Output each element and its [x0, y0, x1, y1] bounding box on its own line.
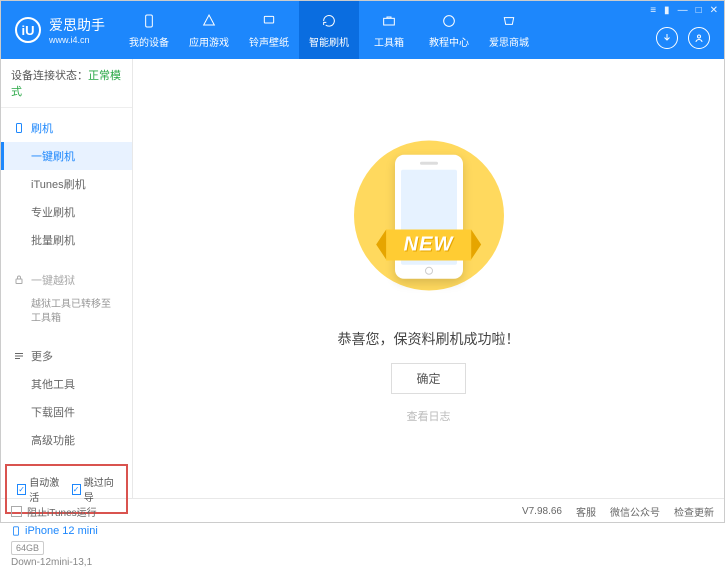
connection-status: 设备连接状态：正常模式	[1, 59, 132, 108]
jailbreak-note: 越狱工具已转移至工具箱	[1, 294, 132, 330]
confirm-button[interactable]: 确定	[391, 363, 465, 394]
minimize-icon[interactable]: —	[678, 5, 688, 16]
sidebar-flash-head[interactable]: 刷机	[1, 114, 132, 142]
nav-toolbox[interactable]: 工具箱	[359, 1, 419, 59]
sidebar-label: 刷机	[31, 120, 53, 136]
list-icon	[13, 350, 25, 362]
sidebar-item-itunes[interactable]: iTunes刷机	[1, 170, 132, 198]
nav-label: 我的设备	[129, 34, 169, 49]
download-button[interactable]	[656, 27, 678, 49]
auto-activate-checkbox[interactable]: ✓自动激活	[17, 474, 62, 504]
nav-apps[interactable]: 应用游戏	[179, 1, 239, 59]
phone-icon	[140, 12, 158, 30]
sidebar-label: 更多	[31, 348, 53, 364]
customer-service-link[interactable]: 客服	[576, 504, 596, 519]
nav-label: 铃声壁纸	[249, 34, 289, 49]
nav-my-device[interactable]: 我的设备	[119, 1, 179, 59]
main-nav: 我的设备 应用游戏 铃声壁纸 智能刷机 工具箱 教程中心 爱思商城	[119, 1, 539, 59]
chk-label: 跳过向导	[84, 474, 116, 504]
skin-icon[interactable]: ▮	[664, 5, 670, 16]
toolbox-icon	[380, 12, 398, 30]
nav-label: 工具箱	[374, 34, 404, 49]
close-icon[interactable]: ✕	[710, 5, 718, 16]
sidebar: 设备连接状态：正常模式 刷机 一键刷机 iTunes刷机 专业刷机 批量刷机 一…	[1, 59, 133, 498]
sidebar-item-oneclick[interactable]: 一键刷机	[1, 142, 132, 170]
menu-icon[interactable]: ≡	[650, 5, 656, 16]
new-ribbon: NEW	[386, 229, 472, 260]
music-icon	[260, 12, 278, 30]
nav-label: 应用游戏	[189, 34, 229, 49]
success-message: 恭喜您，保资料刷机成功啦！	[338, 329, 520, 349]
window-controls: ≡ ▮ — □ ✕	[650, 5, 718, 16]
logo-icon: iU	[15, 17, 41, 43]
nav-tutorials[interactable]: 教程中心	[419, 1, 479, 59]
nav-flash[interactable]: 智能刷机	[299, 1, 359, 59]
nav-label: 爱思商城	[489, 34, 529, 49]
device-name: iPhone 12 mini	[11, 524, 122, 538]
block-itunes-label: 阻止iTunes运行	[27, 504, 97, 519]
nav-label: 教程中心	[429, 34, 469, 49]
block-itunes-checkbox[interactable]	[11, 506, 22, 517]
success-illustration: NEW	[339, 133, 519, 313]
user-button[interactable]	[688, 27, 710, 49]
app-title: 爱思助手	[49, 15, 105, 35]
view-log-link[interactable]: 查看日志	[407, 408, 451, 424]
sidebar-item-othertools[interactable]: 其他工具	[1, 370, 132, 398]
sidebar-jailbreak-head[interactable]: 一键越狱	[1, 266, 132, 294]
app-header: iU 爱思助手 www.i4.cn 我的设备 应用游戏 铃声壁纸 智能刷机 工具…	[1, 1, 724, 59]
cart-icon	[500, 12, 518, 30]
device-icon	[13, 122, 25, 134]
chk-label: 自动激活	[29, 474, 61, 504]
lock-icon	[13, 274, 25, 286]
device-storage: 64GB	[11, 541, 44, 555]
sidebar-item-pro[interactable]: 专业刷机	[1, 198, 132, 226]
sidebar-item-advanced[interactable]: 高级功能	[1, 426, 132, 454]
nav-ringtone[interactable]: 铃声壁纸	[239, 1, 299, 59]
nav-label: 智能刷机	[309, 34, 349, 49]
device-info[interactable]: iPhone 12 mini 64GB Down-12mini-13,1	[1, 518, 132, 574]
status-label: 设备连接状态：	[11, 70, 88, 82]
sidebar-item-batch[interactable]: 批量刷机	[1, 226, 132, 254]
sidebar-label: 一键越狱	[31, 272, 75, 288]
main-content: NEW 恭喜您，保资料刷机成功啦！ 确定 查看日志	[133, 59, 724, 498]
version-label: V7.98.66	[522, 506, 562, 517]
sidebar-item-firmware[interactable]: 下载固件	[1, 398, 132, 426]
nav-store[interactable]: 爱思商城	[479, 1, 539, 59]
apps-icon	[200, 12, 218, 30]
flash-icon	[320, 12, 338, 30]
sidebar-more-head[interactable]: 更多	[1, 342, 132, 370]
app-url: www.i4.cn	[49, 35, 105, 45]
maximize-icon[interactable]: □	[696, 5, 702, 16]
device-model: Down-12mini-13,1	[11, 557, 122, 568]
logo: iU 爱思助手 www.i4.cn	[1, 15, 119, 45]
skip-guide-checkbox[interactable]: ✓跳过向导	[72, 474, 117, 504]
wechat-link[interactable]: 微信公众号	[610, 504, 660, 519]
check-update-link[interactable]: 检查更新	[674, 504, 714, 519]
book-icon	[440, 12, 458, 30]
phone-icon	[11, 524, 21, 538]
